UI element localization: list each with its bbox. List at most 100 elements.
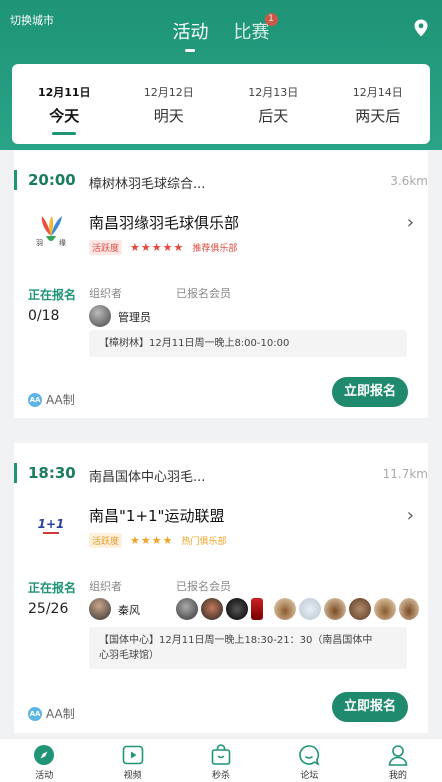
club-logo-text: 1+1 bbox=[38, 517, 65, 531]
activity-distance: 11.7km bbox=[382, 467, 428, 481]
club-tags: 活跃度 ★★★★★ 推荐俱乐部 bbox=[89, 240, 237, 255]
signup-button[interactable]: 立即报名 bbox=[332, 377, 408, 407]
tab-activity[interactable]: 活动 bbox=[0, 739, 88, 782]
signup-count: 25/26 bbox=[28, 601, 69, 617]
activity-header: 18:30 南昌国体中心羽毛... 11.7km bbox=[14, 443, 428, 497]
svg-text:羽: 羽 bbox=[36, 239, 43, 247]
club-tags: 活跃度 ★★★★ 热门俱乐部 bbox=[89, 533, 226, 548]
svg-text:缘: 缘 bbox=[59, 238, 66, 247]
notification-badge: 1 bbox=[264, 13, 278, 26]
organizer-label: 组织者 bbox=[89, 580, 122, 593]
signup-info: 正在报名 25/26 组织者 已报名会员 秦风 bbox=[14, 567, 428, 627]
activity-venue: 南昌国体中心羽毛... bbox=[89, 470, 206, 485]
time-accent-bar bbox=[14, 170, 17, 190]
day-label: 今天 bbox=[49, 107, 80, 125]
chevron-right-icon[interactable]: › bbox=[407, 212, 414, 233]
location-pin-icon[interactable] bbox=[413, 19, 429, 37]
member-avatar bbox=[349, 598, 371, 620]
member-avatar bbox=[176, 598, 198, 620]
activity-note: 【樟树林】12月11日周一晚上8:00-10:00 bbox=[89, 330, 407, 357]
club-name: 南昌"1+1"运动联盟 bbox=[89, 507, 225, 525]
activity-card[interactable]: 20:00 樟树林羽毛球综合... 3.6km 羽 缘 南昌羽缘羽毛球俱乐部 活… bbox=[14, 150, 428, 418]
recommend-label: 推荐俱乐部 bbox=[192, 244, 238, 254]
members-label: 已报名会员 bbox=[176, 580, 231, 593]
signup-status: 正在报名 bbox=[28, 581, 77, 595]
rating-stars: ★★★★★ bbox=[130, 241, 185, 254]
day-label: 两天后 bbox=[355, 107, 401, 125]
date-selector: 12月11日 今天 12月12日 明天 12月13日 后天 12月14日 两天后 bbox=[12, 64, 430, 144]
payment-label: AA制 bbox=[46, 707, 75, 721]
top-tabs: 活动 比赛 1 bbox=[0, 13, 442, 44]
member-avatar bbox=[374, 598, 396, 620]
note-text: 【樟树林】12月11日周一晚上8:00-10:00 bbox=[99, 338, 290, 349]
tab-label: 秒杀 bbox=[212, 771, 231, 781]
date-tab-today[interactable]: 12月11日 今天 bbox=[12, 64, 117, 144]
chevron-right-icon[interactable]: › bbox=[407, 505, 414, 526]
organizer-name: 管理员 bbox=[118, 311, 151, 324]
payment-label: AA制 bbox=[46, 393, 75, 407]
day-label: 明天 bbox=[153, 107, 184, 125]
club-logo: 羽 缘 bbox=[36, 216, 66, 247]
tab-matches-label: 比赛 bbox=[233, 22, 270, 43]
bottom-tab-bar: 活动 视频 秒杀 论坛 我的 bbox=[0, 738, 442, 782]
member-avatar bbox=[201, 598, 223, 620]
date-label: 12月12日 bbox=[143, 86, 194, 99]
date-tab-tomorrow[interactable]: 12月12日 明天 bbox=[117, 64, 222, 144]
activity-time: 18:30 bbox=[28, 464, 76, 482]
signup-info: 正在报名 0/18 组织者 已报名会员 管理员 bbox=[14, 274, 428, 334]
play-icon bbox=[122, 745, 143, 765]
tab-activities[interactable]: 活动 bbox=[172, 18, 208, 44]
tab-label: 论坛 bbox=[300, 771, 319, 781]
organizer-avatar bbox=[89, 305, 111, 327]
date-label: 12月11日 bbox=[37, 86, 91, 99]
tab-forum[interactable]: 论坛 bbox=[265, 739, 353, 782]
members-label: 已报名会员 bbox=[176, 287, 231, 300]
organizer-avatar bbox=[89, 598, 111, 620]
activity-venue: 樟树林羽毛球综合... bbox=[89, 177, 206, 192]
chat-icon bbox=[299, 745, 320, 766]
activity-header: 20:00 樟树林羽毛球综合... 3.6km bbox=[14, 150, 428, 204]
club-logo: 1+1 bbox=[38, 517, 65, 534]
aa-icon: AA bbox=[28, 392, 42, 407]
rating-stars: ★★★★ bbox=[130, 534, 174, 547]
tab-label: 我的 bbox=[388, 771, 407, 781]
member-avatar bbox=[226, 598, 248, 620]
member-avatar bbox=[324, 598, 346, 620]
tab-label: 活动 bbox=[35, 771, 54, 781]
hot-label: 热门俱乐部 bbox=[181, 537, 227, 547]
time-accent-bar bbox=[14, 463, 17, 483]
tab-activities-label: 活动 bbox=[172, 22, 209, 43]
note-text-line1: 【国体中心】12月11日周一晚上18:30-21：30（南昌国体中 bbox=[99, 635, 373, 646]
aa-icon: AA bbox=[28, 706, 42, 721]
active-date-indicator bbox=[52, 132, 77, 135]
tab-flash-sale[interactable]: 秒杀 bbox=[177, 739, 265, 782]
tab-matches[interactable]: 比赛 1 bbox=[233, 13, 278, 44]
day-label: 后天 bbox=[258, 107, 289, 125]
activity-time: 20:00 bbox=[28, 171, 76, 189]
signup-count: 0/18 bbox=[28, 308, 60, 324]
date-label: 12月14日 bbox=[352, 86, 403, 99]
signup-button[interactable]: 立即报名 bbox=[332, 692, 408, 722]
payment-type: AA AA制 bbox=[28, 391, 75, 408]
member-avatar bbox=[251, 598, 263, 620]
club-row[interactable]: 羽 缘 南昌羽缘羽毛球俱乐部 活跃度 ★★★★★ 推荐俱乐部 › bbox=[14, 204, 428, 274]
date-tab-two-days-later[interactable]: 12月14日 两天后 bbox=[326, 64, 431, 144]
signup-status: 正在报名 bbox=[28, 288, 77, 302]
tab-video[interactable]: 视频 bbox=[88, 739, 176, 782]
note-text-line2: 心羽毛球馆） bbox=[99, 650, 159, 661]
activity-card[interactable]: 18:30 南昌国体中心羽毛... 11.7km 1+1 南昌"1+1"运动联盟… bbox=[14, 443, 428, 733]
member-avatar bbox=[299, 598, 321, 620]
payment-type: AA AA制 bbox=[28, 705, 75, 722]
date-tab-day-after[interactable]: 12月13日 后天 bbox=[221, 64, 326, 144]
activity-distance: 3.6km bbox=[390, 174, 428, 188]
activity-level-tag: 活跃度 bbox=[89, 240, 123, 255]
compass-icon bbox=[34, 745, 55, 765]
club-row[interactable]: 1+1 南昌"1+1"运动联盟 活跃度 ★★★★ 热门俱乐部 › bbox=[14, 497, 428, 567]
activity-note: 【国体中心】12月11日周一晚上18:30-21：30（南昌国体中 心羽毛球馆） bbox=[89, 627, 407, 669]
tab-label: 视频 bbox=[123, 771, 142, 781]
member-avatar bbox=[399, 598, 419, 620]
tab-profile[interactable]: 我的 bbox=[354, 739, 442, 782]
user-icon bbox=[388, 745, 408, 766]
organizer-label: 组织者 bbox=[89, 287, 122, 300]
organizer-name: 秦风 bbox=[118, 604, 140, 617]
